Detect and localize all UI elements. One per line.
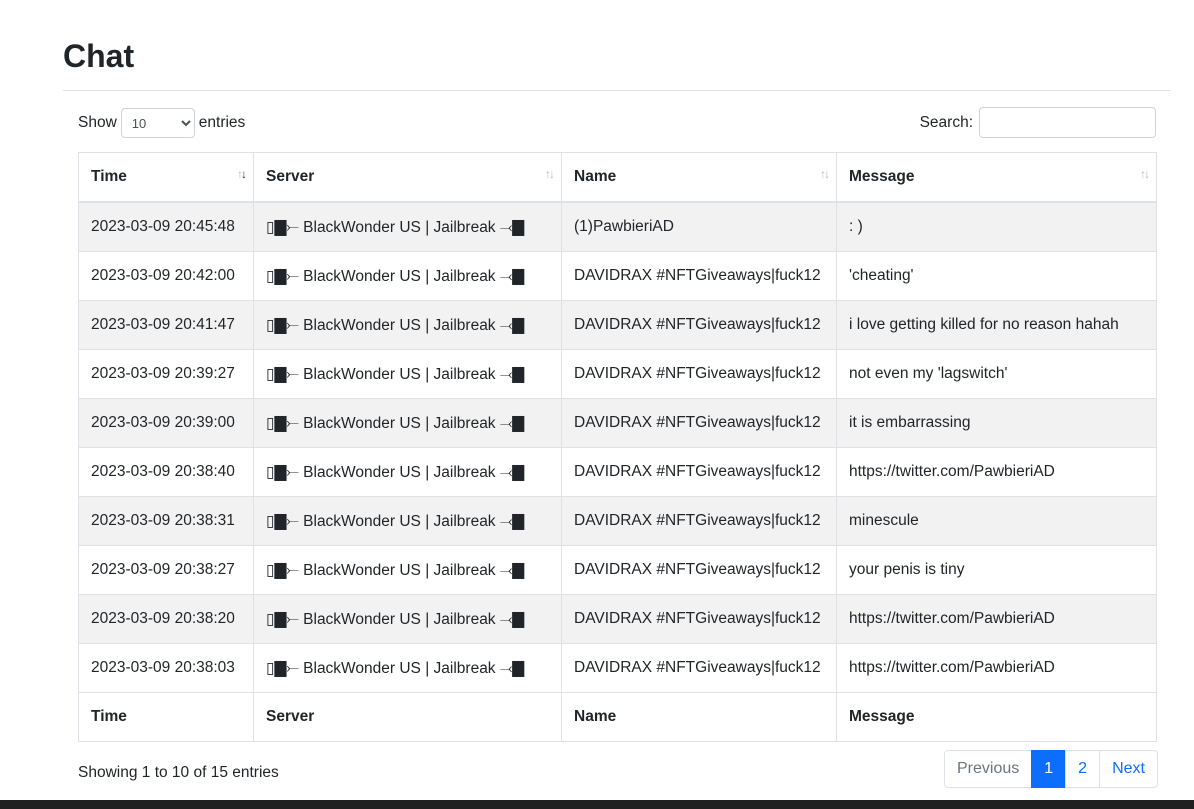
show-label: Show [78,114,117,131]
next-page-button[interactable]: Next [1099,750,1158,788]
table-row: 2023-03-09 20:38:03 ▯▇⤚ BlackWonder US | … [78,643,1157,693]
cell-server: ▯▇⤚ BlackWonder US | Jailbreak ⤙▇ [253,201,562,252]
cell-time: 2023-03-09 20:38:03 [78,643,254,693]
cell-name: DAVIDRAX #NFTGiveaways|fuck12 [561,251,837,301]
footer-header-name: Name [561,692,837,742]
cell-server: ▯▇⤚ BlackWonder US | Jailbreak ⤙▇ [253,496,562,546]
footer-header-time: Time [78,692,254,742]
table-row: 2023-03-09 20:45:48 ▯▇⤚ BlackWonder US | … [78,201,1157,252]
cell-server: ▯▇⤚ BlackWonder US | Jailbreak ⤙▇ [253,300,562,350]
table-row: 2023-03-09 20:39:27 ▯▇⤚ BlackWonder US | … [78,349,1157,399]
cell-name: DAVIDRAX #NFTGiveaways|fuck12 [561,447,837,497]
cell-name: DAVIDRAX #NFTGiveaways|fuck12 [561,496,837,546]
cell-server: ▯▇⤚ BlackWonder US | Jailbreak ⤙▇ [253,398,562,448]
pagination: Previous 1 2 Next [944,750,1158,788]
sort-arrows-icon: ↑↓ [820,167,830,181]
footer-header-server: Server [253,692,562,742]
chat-table-wrapper: Time ↑↓ Server ↑↓ Name ↑↓ Message ↑↓ 2023-03… [78,152,1157,742]
cell-time: 2023-03-09 20:38:40 [78,447,254,497]
column-header-message[interactable]: Message ↑↓ [836,152,1157,203]
cell-name: (1)PawbieriAD [561,201,837,252]
cell-time: 2023-03-09 20:38:20 [78,594,254,644]
cell-server: ▯▇⤚ BlackWonder US | Jailbreak ⤙▇ [253,447,562,497]
cell-server: ▯▇⤚ BlackWonder US | Jailbreak ⤙▇ [253,643,562,693]
cell-name: DAVIDRAX #NFTGiveaways|fuck12 [561,398,837,448]
cell-time: 2023-03-09 20:42:00 [78,251,254,301]
page-2-button[interactable]: 2 [1065,750,1101,788]
cell-time: 2023-03-09 20:41:47 [78,300,254,350]
cell-time: 2023-03-09 20:39:27 [78,349,254,399]
table-row: 2023-03-09 20:38:20 ▯▇⤚ BlackWonder US | … [78,594,1157,644]
table-row: 2023-03-09 20:38:40 ▯▇⤚ BlackWonder US | … [78,447,1157,497]
cell-message: https://twitter.com/PawbieriAD [836,594,1157,644]
table-row: 2023-03-09 20:38:27 ▯▇⤚ BlackWonder US | … [78,545,1157,595]
table-footer-row: Time Server Name Message [78,692,1157,742]
table-row: 2023-03-09 20:42:00 ▯▇⤚ BlackWonder US | … [78,251,1157,301]
table-header-row: Time ↑↓ Server ↑↓ Name ↑↓ Message ↑↓ [78,152,1157,203]
cell-name: DAVIDRAX #NFTGiveaways|fuck12 [561,349,837,399]
sort-arrows-icon: ↑↓ [237,167,247,181]
cell-message: https://twitter.com/PawbieriAD [836,447,1157,497]
chat-table: Time ↑↓ Server ↑↓ Name ↑↓ Message ↑↓ 2023-03… [78,152,1157,742]
table-row: 2023-03-09 20:38:31 ▯▇⤚ BlackWonder US | … [78,496,1157,546]
column-header-name[interactable]: Name ↑↓ [561,152,837,203]
cell-name: DAVIDRAX #NFTGiveaways|fuck12 [561,594,837,644]
cell-name: DAVIDRAX #NFTGiveaways|fuck12 [561,643,837,693]
cell-message: i love getting killed for no reason haha… [836,300,1157,350]
cell-name: DAVIDRAX #NFTGiveaways|fuck12 [561,545,837,595]
table-row: 2023-03-09 20:41:47 ▯▇⤚ BlackWonder US | … [78,300,1157,350]
page-title: Chat [63,38,135,74]
cell-message: 'cheating' [836,251,1157,301]
entries-per-page-select[interactable]: 10 [120,108,195,138]
cell-name: DAVIDRAX #NFTGiveaways|fuck12 [561,300,837,350]
page-1-button[interactable]: 1 [1031,750,1067,788]
search-input[interactable] [979,107,1156,138]
previous-page-button[interactable]: Previous [944,750,1033,788]
cell-message: your penis is tiny [836,545,1157,595]
cell-time: 2023-03-09 20:39:00 [78,398,254,448]
cell-server: ▯▇⤚ BlackWonder US | Jailbreak ⤙▇ [253,349,562,399]
os-taskbar [0,800,1194,809]
cell-message: https://twitter.com/PawbieriAD [836,643,1157,693]
cell-message: minescule [836,496,1157,546]
entries-length-control: Show 10 entries [78,108,245,138]
table-info: Showing 1 to 10 of 15 entries [78,764,279,781]
cell-time: 2023-03-09 20:38:27 [78,545,254,595]
cell-time: 2023-03-09 20:38:31 [78,496,254,546]
sort-arrows-icon: ↑↓ [545,167,555,181]
search-label: Search: [919,113,973,131]
cell-server: ▯▇⤚ BlackWonder US | Jailbreak ⤙▇ [253,251,562,301]
column-header-server[interactable]: Server ↑↓ [253,152,562,203]
footer-header-message: Message [836,692,1157,742]
table-row: 2023-03-09 20:39:00 ▯▇⤚ BlackWonder US | … [78,398,1157,448]
entries-label: entries [198,114,246,131]
cell-message: it is embarrassing [836,398,1157,448]
cell-time: 2023-03-09 20:45:48 [78,201,254,252]
column-header-time[interactable]: Time ↑↓ [78,152,254,203]
cell-server: ▯▇⤚ BlackWonder US | Jailbreak ⤙▇ [253,594,562,644]
title-divider [63,90,1171,91]
cell-message: not even my 'lagswitch' [836,349,1157,399]
search-control: Search: [920,107,1156,138]
cell-message: : ) [836,201,1157,252]
cell-server: ▯▇⤚ BlackWonder US | Jailbreak ⤙▇ [253,545,562,595]
sort-arrows-icon: ↑↓ [1140,167,1150,181]
